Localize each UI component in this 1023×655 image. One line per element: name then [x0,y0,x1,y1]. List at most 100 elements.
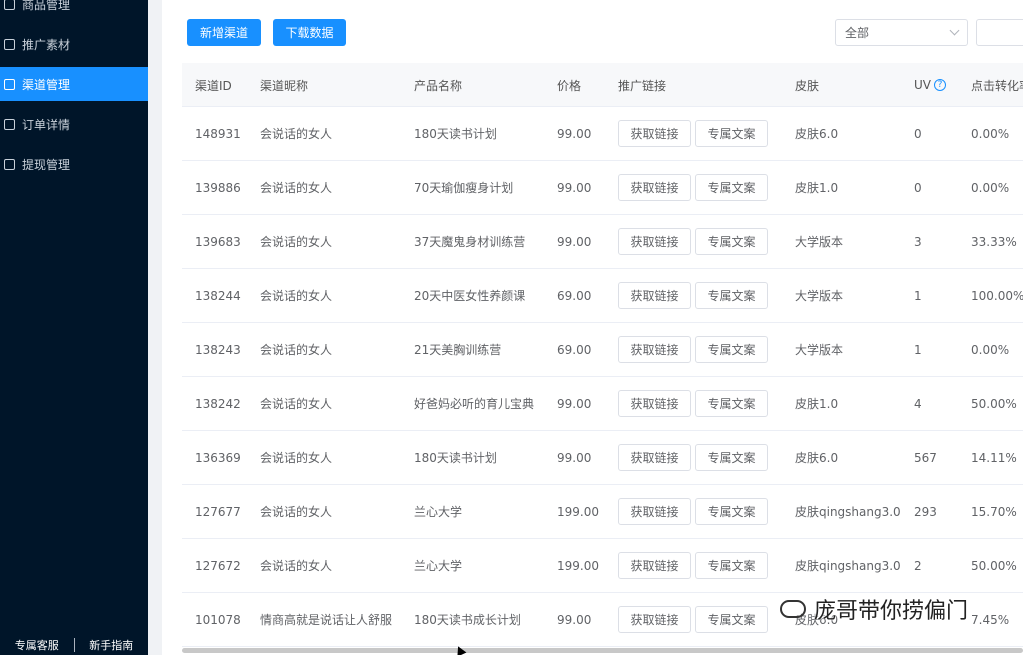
cell-uv: 0 [914,180,922,195]
get-link-button[interactable]: 获取链接 [618,498,691,525]
search-input[interactable] [976,19,1023,46]
exclusive-copy-button[interactable]: 专属文案 [695,552,768,579]
exclusive-copy-button[interactable]: 专属文案 [695,174,768,201]
exclusive-copy-button[interactable]: 专属文案 [695,390,768,417]
table-row: 136369 会说话的女人 180天读书计划 99.00 皮肤6.0 567 14.11% 获… [182,431,1023,485]
get-link-button[interactable]: 获取链接 [618,552,691,579]
get-link-button[interactable]: 获取链接 [618,390,691,417]
sidebar-item-products[interactable]: 商品管理 [0,0,148,21]
cell-nickname: 会说话的女人 [260,343,333,357]
beginner-guide-link[interactable]: 新手指南 [75,637,149,653]
cell-rate: 15.70% [971,504,1017,519]
cell-skin: 皮肤qingshang3.0 [795,559,901,573]
table-row: 148931 会说话的女人 180天读书计划 99.00 皮肤6.0 0 0.00% 获取链接… [182,107,1023,161]
cell-product: 180天读书计划 [414,451,497,465]
filter-select[interactable]: 全部 [835,19,968,46]
cell-nickname: 会说话的女人 [260,127,333,141]
cell-product: 兰心大学 [414,559,463,573]
box-icon [4,0,15,10]
get-link-button[interactable]: 获取链接 [618,174,691,201]
get-link-button[interactable]: 获取链接 [618,282,691,309]
sidebar-item-label: 商品管理 [22,0,71,12]
get-link-button[interactable]: 获取链接 [618,228,691,255]
sidebar-item-withdraw[interactable]: 提现管理 [0,147,148,181]
column-header-link: 推广链接 [618,78,667,93]
layout-gap [148,0,162,655]
grid-icon [4,78,15,90]
table-body: 148931 会说话的女人 180天读书计划 99.00 皮肤6.0 0 0.00% 获取链接… [182,107,1023,647]
cell-rate: 0.00% [971,342,1010,357]
exclusive-copy-button[interactable]: 专属文案 [695,606,768,633]
cell-uv: 1 [914,288,922,303]
cell-rate: 0.00% [971,180,1010,195]
cell-id: 136369 [195,450,241,465]
exclusive-copy-button[interactable]: 专属文案 [695,336,768,363]
table-row: 138244 会说话的女人 20天中医女性养颜课 69.00 大学版本 1 100.00% 获… [182,269,1023,323]
cell-product: 180天读书计划 [414,127,497,141]
app-root: 商品管理 推广素材 渠道管理 订单详情 提现管理 专属客服 新手指南 新增渠道 … [0,0,1023,655]
cell-nickname: 会说话的女人 [260,451,333,465]
add-channel-button[interactable]: 新增渠道 [187,19,261,46]
cell-skin: 皮肤6.0 [795,451,839,465]
get-link-button[interactable]: 获取链接 [618,120,691,147]
table-row: 139683 会说话的女人 37天魔鬼身材训练营 99.00 大学版本 3 33.33% 获取… [182,215,1023,269]
cell-id: 138243 [195,342,241,357]
wechat-icon [780,600,806,618]
sidebar-item-label: 推广素材 [22,37,71,52]
exclusive-copy-button[interactable]: 专属文案 [695,444,768,471]
sidebar-footer: 专属客服 新手指南 [0,635,148,655]
sidebar-item-label: 渠道管理 [22,77,71,92]
cell-skin: 皮肤1.0 [795,181,839,195]
get-link-button[interactable]: 获取链接 [618,606,691,633]
exclusive-copy-button[interactable]: 专属文案 [695,498,768,525]
get-link-button[interactable]: 获取链接 [618,336,691,363]
cell-uv: 567 [914,450,937,465]
cell-rate: 100.00% [971,288,1023,303]
help-icon[interactable]: ? [934,79,946,91]
cell-rate: 33.33% [971,234,1017,249]
customer-service-link[interactable]: 专属客服 [0,637,74,653]
copy-icon [4,38,15,50]
cell-price: 99.00 [557,396,592,411]
cell-nickname: 会说话的女人 [260,505,333,519]
get-link-button[interactable]: 获取链接 [618,444,691,471]
column-header-rate: 点击转化率 [971,78,1023,93]
exclusive-copy-button[interactable]: 专属文案 [695,120,768,147]
cell-price: 199.00 [557,558,599,573]
cell-id: 148931 [195,126,241,141]
cell-id: 138242 [195,396,241,411]
cell-nickname: 会说话的女人 [260,397,333,411]
filter-select-value: 全部 [845,26,870,40]
cell-skin: 皮肤6.0 [795,127,839,141]
cell-skin: 大学版本 [795,343,844,357]
cell-price: 99.00 [557,612,592,627]
cell-skin: 皮肤qingshang3.0 [795,505,901,519]
channel-table: 渠道ID 渠道昵称 产品名称 价格 推广链接 皮肤 UV ? 点击转化率 148… [182,63,1023,647]
cell-nickname: 会说话的女人 [260,559,333,573]
column-header-id: 渠道ID [195,78,232,93]
sidebar-item-orders[interactable]: 订单详情 [0,107,148,141]
table-row: 127672 会说话的女人 兰心大学 199.00 皮肤qingshang3.0 2 50.… [182,539,1023,593]
exclusive-copy-button[interactable]: 专属文案 [695,282,768,309]
cell-id: 138244 [195,288,241,303]
table-row: 138242 会说话的女人 好爸妈必听的育儿宝典 99.00 皮肤1.0 4 50.00% 获… [182,377,1023,431]
cell-price: 99.00 [557,234,592,249]
cell-uv: 293 [914,504,937,519]
horizontal-scrollbar[interactable] [182,648,1023,653]
cell-id: 127677 [195,504,241,519]
table-header: 渠道ID 渠道昵称 产品名称 价格 推广链接 皮肤 UV ? 点击转化率 [182,63,1023,107]
cell-uv: 1 [914,342,922,357]
download-data-button[interactable]: 下载数据 [273,19,346,46]
cell-product: 好爸妈必听的育儿宝典 [414,397,535,411]
sidebar-item-materials[interactable]: 推广素材 [0,27,148,61]
cell-id: 139886 [195,180,241,195]
sidebar-item-channels[interactable]: 渠道管理 [0,67,148,101]
column-header-uv-label: UV [914,78,931,92]
column-header-skin: 皮肤 [795,78,820,93]
cell-nickname: 会说话的女人 [260,235,333,249]
cell-price: 99.00 [557,180,592,195]
column-header-nickname: 渠道昵称 [260,78,309,93]
main-panel: 新增渠道 下载数据 全部 渠道ID 渠道昵称 产品名称 价格 推广链接 皮肤 U… [162,0,1023,655]
cell-nickname: 会说话的女人 [260,289,333,303]
exclusive-copy-button[interactable]: 专属文案 [695,228,768,255]
